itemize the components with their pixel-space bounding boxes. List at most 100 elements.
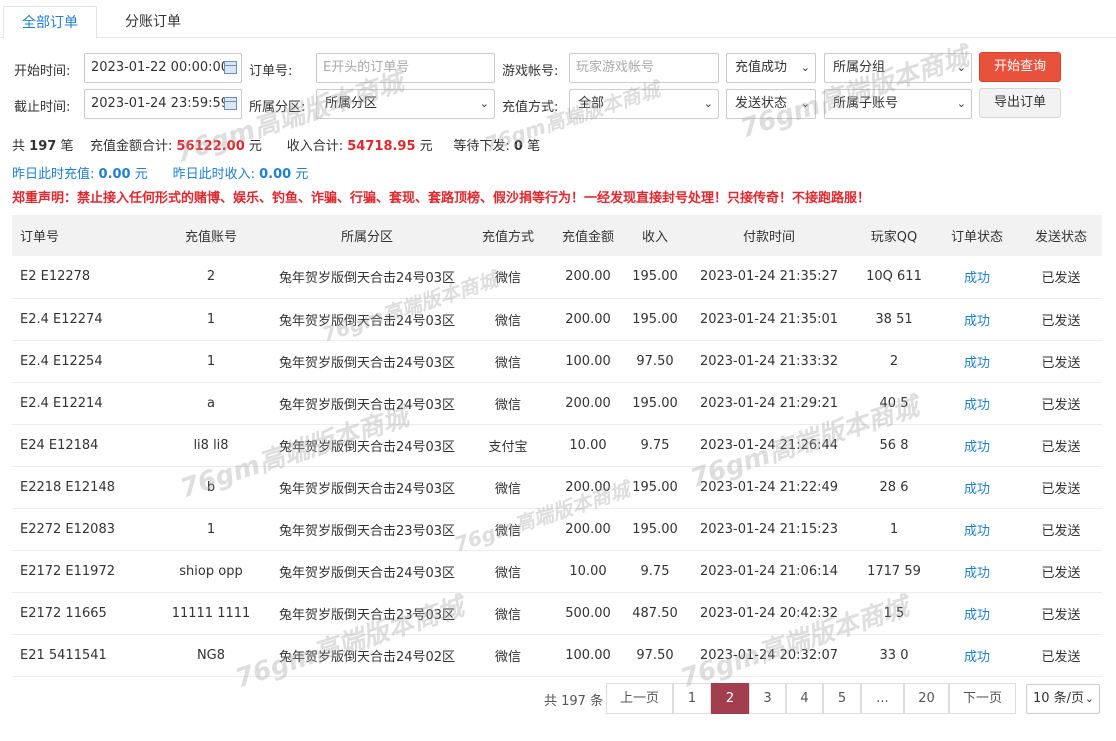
cell-send-status: 已发送 (1020, 256, 1102, 299)
table-row: E2272 E12083 1 兔年贺岁版倒天合击23号03区 微信 200.00 195.… (12, 508, 1102, 551)
col-send-status: 发送状态 (1020, 215, 1102, 256)
yesterday-recharge-value: 0.00 (98, 167, 131, 182)
start-time-input[interactable]: 2023-01-22 00:00:00 (84, 53, 242, 83)
income-total-label: 收入合计: (286, 139, 344, 154)
recharge-total-label: 充值金额合计: (89, 139, 173, 154)
cell-order-no: E21 5411541 (12, 634, 154, 677)
col-order-no: 订单号 (12, 215, 154, 256)
recharge-status-select[interactable]: 充值成功 ⌄ (726, 53, 816, 83)
sub-account-select[interactable]: 所属子账号 ⌄ (824, 89, 972, 119)
col-qq: 玩家QQ (854, 215, 934, 256)
cell-partition: 兔年贺岁版倒天合击24号03区 (268, 340, 466, 383)
cell-order-status[interactable]: 成功 (934, 340, 1020, 383)
recharge-total-unit: 元 (248, 139, 262, 154)
pending-unit: 笔 (527, 139, 541, 154)
recharge-total-value: 56122.00 (176, 139, 245, 154)
cell-order-status[interactable]: 成功 (934, 256, 1020, 299)
cell-send-status: 已发送 (1020, 508, 1102, 551)
chevron-down-icon: ⌄ (479, 97, 489, 110)
cell-order-status[interactable]: 成功 (934, 298, 1020, 341)
table-row: E2.4 E12254 1 兔年贺岁版倒天合击24号03区 微信 100.00 97.50… (12, 340, 1102, 383)
cell-pay-time: 2023-01-24 21:22:49 (684, 466, 854, 509)
chevron-down-icon: ⌄ (800, 61, 810, 74)
tab-split-orders[interactable]: 分账订单 (107, 6, 199, 39)
yesterday-line: 昨日此时充值: 0.00 元 昨日此时收入: 0.00 元 (12, 163, 308, 182)
cell-account: 2 (154, 256, 268, 299)
cell-order-no: E2.4 E12254 (12, 340, 154, 383)
cell-amount: 100.00 (550, 340, 626, 383)
game-account-input[interactable]: 玩家游戏帐号 (569, 53, 719, 83)
end-time-label: 截止时间: (14, 100, 71, 115)
page-button-current[interactable]: 2 (711, 683, 749, 714)
end-time-input[interactable]: 2023-01-24 23:59:59 (84, 89, 242, 119)
page-button[interactable]: 1 (673, 683, 711, 714)
yesterday-income-unit: 元 (295, 167, 309, 182)
cell-order-status[interactable]: 成功 (934, 508, 1020, 551)
cell-pay-method: 微信 (466, 466, 550, 509)
income-total-value: 54718.95 (347, 139, 416, 154)
page-size-select[interactable]: 10 条/页 ⌄ (1026, 684, 1100, 714)
page-button[interactable]: 5 (823, 683, 861, 714)
col-amount: 充值金额 (550, 215, 626, 256)
query-button[interactable]: 开始查询 (979, 52, 1061, 82)
cell-pay-time: 2023-01-24 21:06:14 (684, 550, 854, 593)
table-row: E24 E12184 li8 li8 兔年贺岁版倒天合击24号03区 支付宝 10.00… (12, 424, 1102, 467)
cell-pay-method: 微信 (466, 508, 550, 551)
cell-account: 1 (154, 340, 268, 383)
cell-order-status[interactable]: 成功 (934, 382, 1020, 425)
cell-partition: 兔年贺岁版倒天合击24号03区 (268, 256, 466, 299)
cell-amount: 10.00 (550, 424, 626, 467)
prev-page-button[interactable]: 上一页 (606, 683, 673, 714)
next-page-button[interactable]: 下一页 (949, 683, 1016, 714)
cell-income: 195.00 (626, 256, 684, 299)
cell-income: 9.75 (626, 424, 684, 467)
tab-all-orders[interactable]: 全部订单 (3, 6, 97, 39)
cell-income: 97.50 (626, 634, 684, 677)
cell-account: 1 (154, 508, 268, 551)
cell-pay-time: 2023-01-24 21:29:21 (684, 382, 854, 425)
table-row: E2.4 E12214 a 兔年贺岁版倒天合击24号03区 微信 200.00 195.0… (12, 382, 1102, 425)
table-row: E2.4 E12274 1 兔年贺岁版倒天合击24号03区 微信 200.00 195.0… (12, 298, 1102, 341)
cell-send-status: 已发送 (1020, 340, 1102, 383)
cell-pay-time: 2023-01-24 21:35:01 (684, 298, 854, 341)
pay-method-select[interactable]: 全部 ⌄ (569, 89, 719, 119)
cell-order-status[interactable]: 成功 (934, 466, 1020, 509)
cell-send-status: 已发送 (1020, 298, 1102, 341)
cell-amount: 100.00 (550, 634, 626, 677)
cell-pay-method: 微信 (466, 256, 550, 299)
cell-order-no: E2 E12278 (12, 256, 154, 299)
group-select[interactable]: 所属分组 ⌄ (824, 53, 972, 83)
cell-partition: 兔年贺岁版倒天合击24号03区 (268, 550, 466, 593)
table-row: E21 5411541 NG8 兔年贺岁版倒天合击24号02区 微信 100.00 97.… (12, 634, 1102, 677)
send-status-select[interactable]: 发送状态 ⌄ (726, 89, 816, 119)
yesterday-income-value: 0.00 (259, 167, 292, 182)
pagination-total: 共 197 条 (544, 694, 604, 709)
partition-label: 所属分区: (249, 100, 306, 115)
cell-order-status[interactable]: 成功 (934, 424, 1020, 467)
cell-pay-time: 2023-01-24 20:32:07 (684, 634, 854, 677)
col-pay-method: 充值方式 (466, 215, 550, 256)
cell-send-status: 已发送 (1020, 592, 1102, 635)
col-partition: 所属分区 (268, 215, 466, 256)
cell-order-status[interactable]: 成功 (934, 634, 1020, 677)
cell-pay-time: 2023-01-24 21:15:23 (684, 508, 854, 551)
order-no-input[interactable]: E开头的订单号 (316, 53, 495, 83)
cell-pay-method: 微信 (466, 340, 550, 383)
page-button[interactable]: 4 (786, 683, 823, 714)
cell-partition: 兔年贺岁版倒天合击24号02区 (268, 634, 466, 677)
cell-qq: 38 51 (854, 298, 934, 341)
table-row: E2 E12278 2 兔年贺岁版倒天合击24号03区 微信 200.00 195.00 2… (12, 256, 1102, 299)
cell-partition: 兔年贺岁版倒天合击23号03区 (268, 508, 466, 551)
chevron-down-icon: ⌄ (1084, 692, 1094, 705)
cell-qq: 1 (854, 508, 934, 551)
col-account: 充值账号 (154, 215, 268, 256)
cell-order-status[interactable]: 成功 (934, 550, 1020, 593)
cell-send-status: 已发送 (1020, 382, 1102, 425)
export-button[interactable]: 导出订单 (979, 88, 1061, 118)
cell-amount: 200.00 (550, 466, 626, 509)
cell-amount: 200.00 (550, 508, 626, 551)
page-button[interactable]: 20 (904, 683, 949, 714)
cell-order-status[interactable]: 成功 (934, 592, 1020, 635)
page-button[interactable]: 3 (749, 683, 786, 714)
partition-select[interactable]: 所属分区 ⌄ (316, 89, 495, 119)
